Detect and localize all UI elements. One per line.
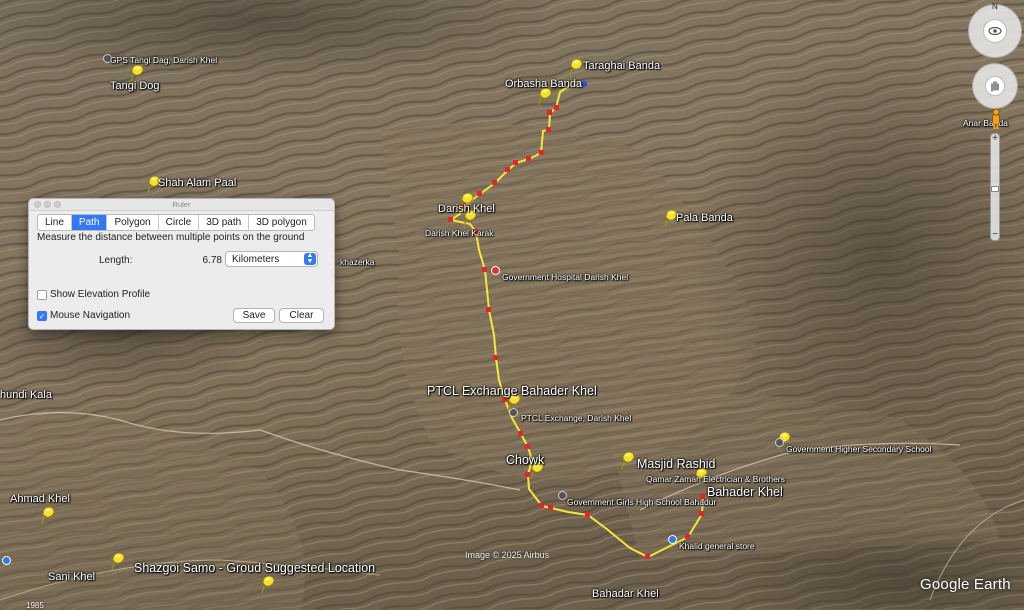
unit-select[interactable]: Kilometers ▲ ▼: [225, 251, 318, 267]
label-ptcl-small[interactable]: PTCL Exchange, Darish Khel: [521, 413, 631, 423]
label-taraghai-banda[interactable]: Taraghai Banda: [583, 60, 660, 72]
ruler-description: Measure the distance between multiple po…: [37, 232, 305, 243]
show-elevation-checkbox[interactable]: [37, 290, 47, 300]
ruler-title: Ruler: [172, 200, 191, 209]
pegman-icon[interactable]: [988, 108, 1004, 129]
store-icon[interactable]: [668, 535, 677, 544]
label-qamar-zaman[interactable]: Qamar Zaman Electrician & Brothers: [646, 474, 785, 484]
unit-select-value: Kilometers: [232, 254, 280, 265]
label-govt-higher-secondary[interactable]: Government Higher Secondary School: [786, 444, 932, 454]
status-bar: 1985: [0, 601, 1024, 610]
hand-icon[interactable]: [985, 76, 1005, 96]
placemark-pin-icon[interactable]: [568, 57, 584, 77]
ruler-tabs: Line Path Polygon Circle 3D path 3D polygon: [37, 214, 315, 231]
zoom-in-button[interactable]: +: [990, 134, 1000, 144]
look-control[interactable]: N: [968, 2, 1022, 58]
imagery-credit: Image © 2025 Airbus: [465, 550, 550, 560]
placemark-pin-icon[interactable]: [620, 450, 636, 470]
label-khalid-store[interactable]: Khalid general store: [679, 541, 755, 551]
clear-button[interactable]: Clear: [279, 308, 324, 323]
label-govt-hospital[interactable]: Government Hospital Darish Khel: [502, 272, 628, 282]
label-hundi-kala[interactable]: hundi Kala: [0, 389, 52, 401]
label-bahader-khel[interactable]: Bahader Khel: [707, 485, 783, 499]
save-button[interactable]: Save: [233, 308, 275, 323]
label-tangi-dog[interactable]: Tangi Dog: [110, 80, 160, 92]
tab-circle[interactable]: Circle: [159, 215, 200, 230]
tab-3d-path[interactable]: 3D path: [199, 215, 250, 230]
ptcl-icon[interactable]: [509, 408, 518, 417]
zoom-out-button[interactable]: −: [990, 230, 1000, 240]
label-darish-khel[interactable]: Darish Khel: [438, 203, 495, 215]
label-pala-banda[interactable]: Pala Banda: [676, 212, 733, 224]
eye-icon[interactable]: [983, 19, 1007, 43]
label-govt-girls-high[interactable]: Government Girls High School Bahadur: [567, 497, 716, 507]
poi-icon-left[interactable]: [2, 556, 11, 565]
ruler-dialog: Ruler Line Path Polygon Circle 3D path 3D pol…: [28, 198, 335, 330]
hospital-icon[interactable]: [491, 266, 500, 275]
zoom-thumb[interactable]: [991, 186, 999, 192]
label-shah-alam-paal[interactable]: Shah Alam Paal: [158, 177, 236, 189]
label-gps-tangi[interactable]: GPS Tangi Dag, Darish Khel: [110, 55, 217, 65]
label-bahadar-khel[interactable]: Bahadar Khel: [592, 588, 659, 600]
label-ptcl-exchange[interactable]: PTCL Exchange Bahader Khel: [427, 384, 597, 398]
tab-path[interactable]: Path: [71, 215, 108, 230]
tab-line[interactable]: Line: [38, 215, 72, 230]
label-orbasha-banda[interactable]: Orbasha Banda: [505, 78, 582, 90]
label-ahmad-khel[interactable]: Ahmad Khel: [10, 493, 70, 505]
north-indicator[interactable]: N: [992, 2, 998, 11]
mouse-navigation-checkbox[interactable]: ✓: [37, 311, 47, 321]
label-shazgoi-samo[interactable]: Shazgoi Samo - Groud Suggested Location: [134, 561, 375, 575]
label-chowk[interactable]: Chowk: [506, 453, 544, 467]
mouse-navigation-label[interactable]: Mouse Navigation: [50, 310, 130, 321]
label-khazeka[interactable]: khazerka: [340, 257, 375, 267]
move-control[interactable]: [972, 63, 1018, 109]
chevron-updown-icon: ▲ ▼: [304, 252, 316, 265]
tab-polygon[interactable]: Polygon: [107, 215, 159, 230]
label-masjid-rashid[interactable]: Masjid Rashid: [637, 457, 716, 471]
ruler-titlebar[interactable]: Ruler: [29, 199, 334, 211]
length-value: 6.78: [202, 255, 222, 266]
zoom-slider[interactable]: + −: [990, 133, 1000, 241]
placemark-pin-icon[interactable]: [40, 505, 56, 525]
show-elevation-label[interactable]: Show Elevation Profile: [50, 289, 150, 300]
school-icon-higher[interactable]: [775, 438, 784, 447]
label-darish-khel-karak[interactable]: Darish Khel Karak: [425, 228, 494, 238]
placemark-pin-icon[interactable]: [110, 551, 126, 571]
google-earth-logo: Google Earth: [920, 576, 1011, 593]
placemark-pin-icon[interactable]: [260, 574, 276, 594]
school-icon-girls[interactable]: [558, 491, 567, 500]
tab-3d-polygon[interactable]: 3D polygon: [249, 215, 314, 230]
length-label: Length:: [99, 255, 133, 266]
label-sani-khel[interactable]: Sani Khel: [48, 571, 95, 583]
